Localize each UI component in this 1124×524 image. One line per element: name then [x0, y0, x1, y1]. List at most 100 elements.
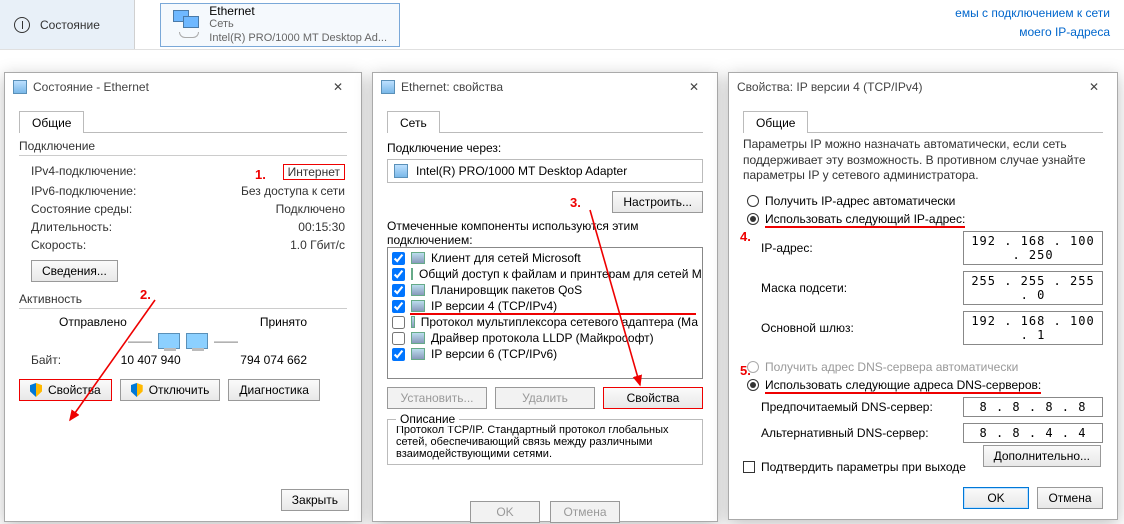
duration-value: 00:15:30: [298, 220, 345, 234]
bytes-sent: 10 407 940: [61, 353, 240, 367]
ipv4-label: IPv4-подключение:: [31, 164, 136, 180]
dialog-ethernet-properties: Ethernet: свойства ✕ Сеть Подключение че…: [372, 72, 718, 522]
component-item[interactable]: IP версии 6 (TCP/IPv6): [388, 346, 702, 362]
bytes-recv: 794 074 662: [240, 353, 307, 367]
top-bar: Состояние Ethernet Сеть Intel(R) PRO/100…: [0, 0, 1124, 50]
nic-icon: [13, 80, 27, 94]
remove-button[interactable]: Удалить: [495, 387, 595, 409]
speed-label: Скорость:: [31, 238, 86, 252]
speed-value: 1.0 Гбит/с: [290, 238, 345, 252]
component-item[interactable]: Общий доступ к файлам и принтерам для се…: [388, 266, 702, 282]
titlebar[interactable]: Свойства: IP версии 4 (TCP/IPv4) ✕: [729, 73, 1117, 101]
component-checkbox[interactable]: [392, 300, 405, 313]
component-checkbox[interactable]: [392, 284, 405, 297]
adapter-name: Intel(R) PRO/1000 MT Desktop Adapter: [416, 164, 627, 178]
nic-icon: [381, 80, 395, 94]
diagnostics-button[interactable]: Диагностика: [228, 379, 320, 401]
ip-input[interactable]: 192 . 168 . 100 . 250: [963, 231, 1103, 265]
cancel-button[interactable]: Отмена: [550, 501, 620, 523]
link-my-ip[interactable]: моего IP-адреса: [1019, 25, 1110, 39]
component-checkbox[interactable]: [392, 268, 405, 281]
component-label: IP версии 6 (TCP/IPv6): [431, 347, 557, 361]
radio-static-dns[interactable]: Использовать следующие адреса DNS-сервер…: [743, 376, 1103, 394]
component-checkbox[interactable]: [392, 332, 405, 345]
annotation-1: 1.: [255, 167, 266, 182]
properties-button[interactable]: Свойства: [19, 379, 112, 401]
component-item[interactable]: Планировщик пакетов QoS: [388, 282, 702, 298]
component-icon: [411, 332, 425, 344]
tab-general[interactable]: Общие: [19, 111, 84, 133]
component-properties-button[interactable]: Свойства: [603, 387, 703, 409]
component-icon: [411, 348, 425, 360]
component-item[interactable]: Протокол мультиплексора сетевого адаптер…: [388, 314, 702, 330]
component-label: IP версии 4 (TCP/IPv4): [431, 299, 557, 313]
configure-button[interactable]: Настроить...: [612, 191, 703, 213]
component-checkbox[interactable]: [392, 348, 405, 361]
annotation-3: 3.: [570, 195, 581, 210]
install-button[interactable]: Установить...: [387, 387, 487, 409]
description-text: Протокол TCP/IP. Стандартный протокол гл…: [396, 424, 694, 460]
component-label: Протокол мультиплексора сетевого адаптер…: [421, 315, 698, 329]
component-item[interactable]: Клиент для сетей Microsoft: [388, 250, 702, 266]
shield-icon: [131, 383, 143, 397]
component-item[interactable]: Драйвер протокола LLDP (Майкрософт): [388, 330, 702, 346]
info-paragraph: Параметры IP можно назначать автоматичес…: [743, 137, 1103, 184]
component-item[interactable]: IP версии 4 (TCP/IPv4): [388, 298, 702, 314]
dialog-title: Ethernet: свойства: [401, 80, 503, 94]
ok-button[interactable]: OK: [470, 501, 540, 523]
radio-icon: [747, 213, 759, 225]
titlebar[interactable]: Состояние - Ethernet ✕: [5, 73, 361, 101]
annotation-2: 2.: [140, 287, 151, 302]
dialog-title: Свойства: IP версии 4 (TCP/IPv4): [737, 80, 923, 94]
component-icon: [411, 300, 425, 312]
gateway-input[interactable]: 192 . 168 . 100 . 1: [963, 311, 1103, 345]
ipv6-label: IPv6-подключение:: [31, 184, 136, 198]
close-icon[interactable]: ✕: [1079, 80, 1109, 94]
details-button[interactable]: Сведения...: [31, 260, 118, 282]
dialog-title: Состояние - Ethernet: [33, 80, 149, 94]
checkbox-icon: [743, 461, 755, 473]
advanced-button[interactable]: Дополнительно...: [983, 445, 1101, 467]
gateway-label: Основной шлюз:: [761, 321, 854, 335]
component-checkbox[interactable]: [392, 252, 405, 265]
dns1-input[interactable]: 8 . 8 . 8 . 8: [963, 397, 1103, 417]
tab-general[interactable]: Общие: [743, 111, 808, 133]
group-connection: Подключение: [19, 139, 347, 153]
components-list[interactable]: Клиент для сетей Microsoft Общий доступ …: [387, 247, 703, 379]
close-icon[interactable]: ✕: [679, 80, 709, 94]
mask-input[interactable]: 255 . 255 . 255 . 0: [963, 271, 1103, 305]
monitor-icon: [186, 333, 208, 349]
cancel-button[interactable]: Отмена: [1037, 487, 1103, 509]
globe-icon: [14, 17, 30, 33]
adapter-text: Ethernet Сеть Intel(R) PRO/1000 MT Deskt…: [209, 4, 387, 44]
nic-icon: [394, 164, 408, 178]
adapter-tile[interactable]: Ethernet Сеть Intel(R) PRO/1000 MT Deskt…: [160, 3, 400, 47]
disable-button[interactable]: Отключить: [120, 379, 221, 401]
state-label: Состояние: [40, 18, 100, 32]
link-connection-issues[interactable]: емы с подключением к сети: [955, 6, 1110, 20]
group-activity: Активность: [19, 292, 347, 306]
titlebar[interactable]: Ethernet: свойства ✕: [373, 73, 717, 101]
close-button[interactable]: Закрыть: [281, 489, 349, 511]
ipv6-value: Без доступа к сети: [241, 184, 345, 198]
radio-icon: [747, 195, 759, 207]
ok-button[interactable]: OK: [963, 487, 1029, 509]
sidebar-item-state[interactable]: Состояние: [0, 0, 135, 49]
ipv4-value: Интернет: [283, 164, 345, 180]
component-icon: [411, 252, 425, 264]
dns1-label: Предпочитаемый DNS-сервер:: [761, 400, 933, 414]
tab-network[interactable]: Сеть: [387, 111, 440, 133]
component-icon: [411, 268, 413, 280]
dns2-input[interactable]: 8 . 8 . 4 . 4: [963, 423, 1103, 443]
recv-label: Принято: [260, 315, 307, 329]
media-state-label: Состояние среды:: [31, 202, 132, 216]
description-box: Описание Протокол TCP/IP. Стандартный пр…: [387, 419, 703, 465]
components-label: Отмеченные компоненты используются этим …: [387, 219, 703, 247]
radio-auto-ip[interactable]: Получить IP-адрес автоматически: [743, 192, 1103, 210]
component-checkbox[interactable]: [392, 316, 405, 329]
component-icon: [411, 316, 415, 328]
network-adapter-icon: [173, 10, 199, 40]
radio-static-ip[interactable]: Использовать следующий IP-адрес:: [743, 210, 1103, 228]
close-icon[interactable]: ✕: [323, 80, 353, 94]
help-links: емы с подключением к сети моего IP-адрес…: [955, 4, 1110, 42]
